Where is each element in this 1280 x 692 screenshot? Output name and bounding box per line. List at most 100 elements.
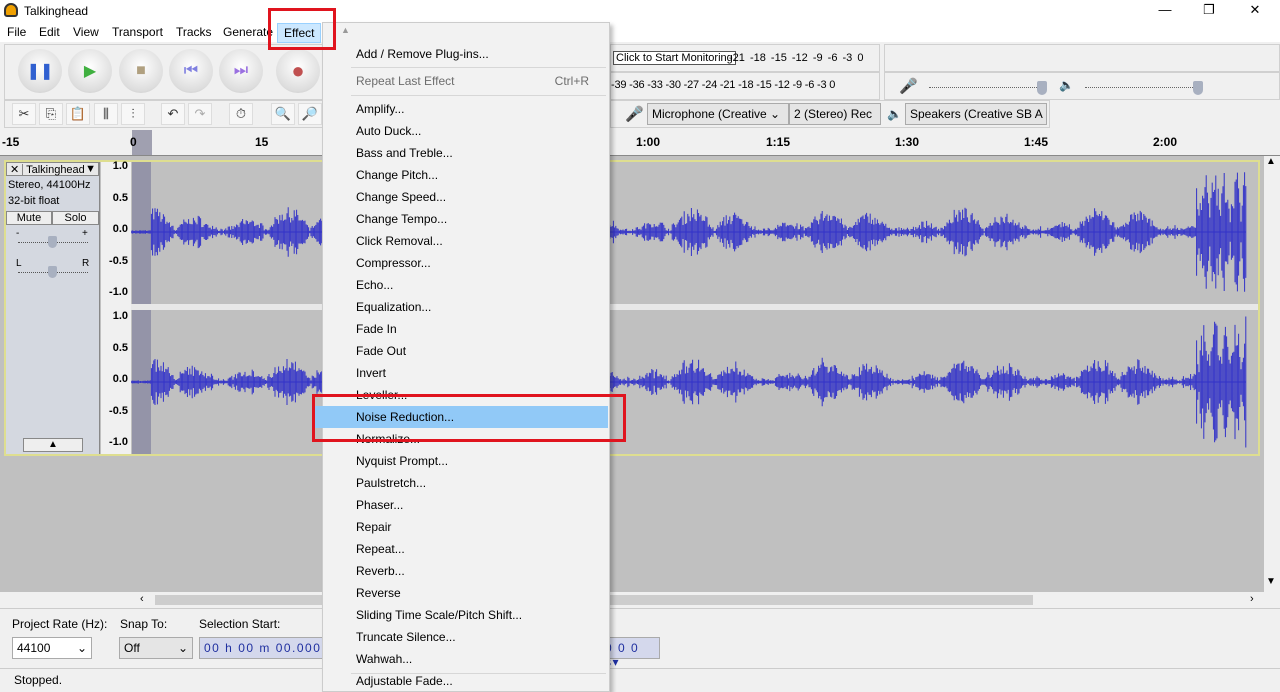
microphone-icon: 🎤 xyxy=(625,106,644,123)
zoom-out-button[interactable]: 🔎 xyxy=(298,103,322,125)
menu-item-reverb[interactable]: Reverb... xyxy=(323,560,609,582)
y-axis-label: 0.0 xyxy=(112,223,128,235)
input-device-select[interactable]: Microphone (Creative ⌄ xyxy=(647,103,789,125)
scroll-left-icon[interactable]: ‹ xyxy=(140,593,144,605)
collapse-track-button[interactable]: ▲ xyxy=(23,438,83,452)
menu-item-fade-out[interactable]: Fade Out xyxy=(323,340,609,362)
menu-item-label: Wahwah... xyxy=(356,652,413,666)
menu-file[interactable]: File xyxy=(3,25,30,39)
horizontal-scrollbar[interactable]: ‹ › xyxy=(0,592,1264,608)
menu-separator xyxy=(351,673,606,674)
channels-select[interactable]: 2 (Stereo) Rec xyxy=(789,103,881,125)
menu-edit[interactable]: Edit xyxy=(35,25,64,39)
menu-item-leveller[interactable]: Leveller... xyxy=(323,384,609,406)
selection-start-field[interactable]: 00 h 00 m 00.000 xyxy=(199,637,329,659)
zoom-in-button[interactable]: 🔍 xyxy=(271,103,295,125)
menu-generate[interactable]: Generate xyxy=(219,25,277,39)
menu-item-reverse[interactable]: Reverse xyxy=(323,582,609,604)
input-volume-slider[interactable] xyxy=(929,87,1047,88)
record-meter[interactable]: Click to Start Monitoring -21 -18 -15 -1… xyxy=(610,44,880,72)
menu-item-add-remove-plug-ins[interactable]: Add / Remove Plug-ins... xyxy=(323,43,609,65)
close-button[interactable]: ✕ xyxy=(1240,2,1270,20)
play-button[interactable]: ▶ xyxy=(68,49,112,93)
waveform[interactable] xyxy=(131,162,1258,454)
menu-item-bass-and-treble[interactable]: Bass and Treble... xyxy=(323,142,609,164)
menu-item-repair[interactable]: Repair xyxy=(323,516,609,538)
menu-item-repeat[interactable]: Repeat... xyxy=(323,538,609,560)
menu-item-truncate-silence[interactable]: Truncate Silence... xyxy=(323,626,609,648)
menu-item-repeat-last-effect[interactable]: Repeat Last Effect Ctrl+R xyxy=(323,70,609,92)
menu-item-nyquist-prompt[interactable]: Nyquist Prompt... xyxy=(323,450,609,472)
ruler-label: 0 xyxy=(130,135,137,149)
menu-item-change-pitch[interactable]: Change Pitch... xyxy=(323,164,609,186)
y-axis-label: 1.0 xyxy=(112,160,128,172)
menu-tracks[interactable]: Tracks xyxy=(172,25,216,39)
menu-item-phaser[interactable]: Phaser... xyxy=(323,494,609,516)
playback-meter[interactable]: -39 -36 -33 -30 -27 -24 -21 -18 -15 -12 … xyxy=(610,72,880,100)
ruler-label: 1:30 xyxy=(895,135,920,149)
skip-end-button[interactable]: ⏭ xyxy=(219,49,263,93)
menu-transport[interactable]: Transport xyxy=(108,25,167,39)
input-volume-thumb[interactable] xyxy=(1037,81,1047,95)
menu-item-fade-in[interactable]: Fade In xyxy=(323,318,609,340)
pause-button[interactable]: ❚❚ xyxy=(18,49,62,93)
menu-item-invert[interactable]: Invert xyxy=(323,362,609,384)
menu-item-amplify[interactable]: Amplify... xyxy=(323,98,609,120)
menu-item-echo[interactable]: Echo... xyxy=(323,274,609,296)
microphone-icon: 🎤 xyxy=(899,78,918,95)
close-track-icon[interactable]: ✕ xyxy=(7,164,24,176)
monitor-button[interactable]: Click to Start Monitoring xyxy=(613,51,736,65)
trim-audio-button[interactable]: ⫼ xyxy=(94,103,118,125)
menu-item-change-speed[interactable]: Change Speed... xyxy=(323,186,609,208)
pan-thumb[interactable] xyxy=(48,266,57,278)
menu-item-sliding-time-scale-pitch-shift[interactable]: Sliding Time Scale/Pitch Shift... xyxy=(323,604,609,626)
menu-item-paulstretch[interactable]: Paulstretch... xyxy=(323,472,609,494)
output-device-select[interactable]: Speakers (Creative SB A xyxy=(905,103,1047,125)
scroll-up-icon[interactable]: ▲ xyxy=(341,25,350,35)
pan-right-label: R xyxy=(82,258,90,269)
gain-thumb[interactable] xyxy=(48,236,57,248)
record-button[interactable]: ● xyxy=(276,49,320,93)
snap-to-select[interactable]: Off ⌄ xyxy=(119,637,193,659)
trim-button[interactable]: ✂ xyxy=(12,103,36,125)
menu-item-label: Phaser... xyxy=(356,498,404,512)
maximize-button[interactable]: ❐ xyxy=(1194,2,1224,20)
skip-start-button[interactable]: ⏮ xyxy=(169,49,213,93)
project-rate-select[interactable]: 44100 ⌄ xyxy=(12,637,92,659)
pause-icon: ❚❚ xyxy=(26,63,54,80)
paste-button[interactable]: 📋 xyxy=(66,103,90,125)
undo-button[interactable]: ↶ xyxy=(161,103,185,125)
scroll-right-icon[interactable]: › xyxy=(1250,593,1254,605)
y-axis-label: 0.5 xyxy=(112,191,128,204)
copy-icon: ⎘ xyxy=(45,106,57,121)
mute-button[interactable]: Mute xyxy=(6,211,52,225)
ruler-label: -15 xyxy=(2,135,20,149)
solo-button[interactable]: Solo xyxy=(52,211,99,225)
menu-view[interactable]: View xyxy=(69,25,103,39)
menu-item-change-tempo[interactable]: Change Tempo... xyxy=(323,208,609,230)
menu-item-click-removal[interactable]: Click Removal... xyxy=(323,230,609,252)
minimize-button[interactable]: — xyxy=(1150,2,1180,20)
menu-item-noise-reduction[interactable]: Noise Reduction... xyxy=(313,406,608,428)
silence-audio-icon: ⫶ xyxy=(131,106,135,121)
redo-button[interactable]: ↷ xyxy=(188,103,212,125)
menu-item-label: Bass and Treble... xyxy=(356,146,453,160)
stop-button[interactable]: ■ xyxy=(119,49,163,93)
silence-button[interactable]: ⫶ xyxy=(121,103,145,125)
sync-lock-button[interactable]: ⏱ xyxy=(229,103,253,125)
menu-item-compressor[interactable]: Compressor... xyxy=(323,252,609,274)
timeline-ruler[interactable]: -15 0 15 1:00 1:15 1:30 1:45 2:00 xyxy=(0,130,1280,156)
track-menu-button[interactable]: ✕ Talkinghead ▼ xyxy=(6,162,99,176)
menu-item-label: Change Speed... xyxy=(356,190,447,204)
vertical-scrollbar[interactable]: ▲ ▼ xyxy=(1264,156,1280,592)
menu-item-normalize[interactable]: Normalize... xyxy=(323,428,609,450)
track-control-panel[interactable]: ✕ Talkinghead ▼ Stereo, 44100Hz 32-bit fl… xyxy=(6,162,100,454)
menu-item-wahwah[interactable]: Wahwah... xyxy=(323,648,609,670)
menu-effect[interactable]: Effect xyxy=(277,23,322,43)
menu-item-label: Equalization... xyxy=(356,300,432,314)
menu-item-equalization[interactable]: Equalization... xyxy=(323,296,609,318)
output-volume-slider[interactable] xyxy=(1085,87,1201,88)
output-volume-thumb[interactable] xyxy=(1193,81,1203,95)
menu-item-auto-duck[interactable]: Auto Duck... xyxy=(323,120,609,142)
copy-button[interactable]: ⎘ xyxy=(39,103,63,125)
